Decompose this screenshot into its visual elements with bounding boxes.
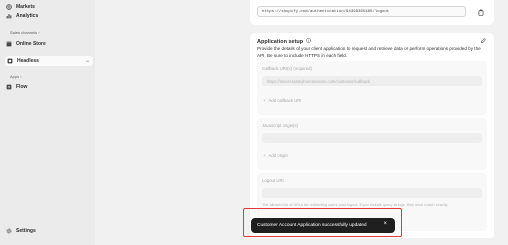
javascript-origin-input[interactable] [262, 133, 482, 143]
javascript-origins-section: Javascript origin(s) + Add origin [257, 118, 487, 170]
application-setup-card: Application setup Provide the details of… [250, 33, 494, 238]
logout-url-card: https://shopify.com/authentication/94398… [250, 0, 494, 25]
callback-uri-input[interactable]: https://server.tasteyhoremotions.com/cus… [262, 76, 482, 86]
sales-channels-heading[interactable]: Sales channels › [10, 30, 40, 35]
chevron-right-icon: › [20, 74, 22, 79]
sidebar-item-label: Headless [17, 58, 39, 64]
sidebar-item-label: Flow [16, 84, 28, 90]
toast-notification: Customer Account Application successfull… [251, 218, 395, 233]
toast-message: Customer Account Application successfull… [257, 223, 367, 228]
sidebar-item-label: Analytics [16, 13, 39, 19]
javascript-origins-label: Javascript origin(s) [262, 123, 299, 128]
chevron-right-icon: › [38, 30, 40, 35]
sidebar-item-label: Settings [16, 228, 36, 234]
logout-url-field[interactable]: https://shopify.com/authentication/94398… [257, 6, 466, 17]
logout-uri-hint: The allowed list of URLs for redirecting… [262, 203, 449, 207]
application-setup-title: Application setup [257, 38, 311, 45]
logout-uri-input[interactable] [262, 188, 482, 198]
sidebar-item-headless[interactable]: Headless ••• [5, 56, 93, 66]
sidebar-item-label: Markets [16, 4, 35, 10]
edit-icon[interactable] [480, 38, 486, 44]
sidebar-item-settings[interactable]: Settings [6, 226, 91, 236]
sidebar: Markets Analytics Sales channels › Onlin… [0, 0, 95, 245]
plus-icon: + [263, 98, 266, 103]
more-icon[interactable]: ••• [86, 59, 89, 63]
sidebar-item-flow[interactable]: Flow [6, 82, 91, 92]
sidebar-item-online-store[interactable]: Online Store [6, 39, 91, 49]
headless-icon [7, 58, 13, 64]
globe-icon [6, 4, 12, 10]
info-icon[interactable] [306, 38, 311, 45]
store-icon [6, 41, 12, 47]
logout-uri-label: Logout URI [262, 178, 284, 183]
sidebar-item-analytics[interactable]: Analytics [6, 11, 91, 21]
apps-heading[interactable]: Apps › [10, 74, 22, 79]
copy-icon [478, 9, 484, 16]
add-callback-uri-button[interactable]: + Add callback URI [263, 98, 301, 103]
close-icon[interactable]: × [383, 221, 387, 227]
application-setup-description: Provide the details of your client appli… [257, 46, 481, 58]
gear-icon [6, 228, 12, 234]
sidebar-item-label: Online Store [16, 41, 46, 47]
plus-icon: + [263, 153, 266, 158]
callback-uri-section: Callback URI(s) (required) https://serve… [257, 61, 487, 115]
callback-uri-label: Callback URI(s) (required) [262, 66, 312, 71]
copy-button[interactable] [476, 7, 486, 17]
flow-icon [6, 84, 12, 90]
bar-chart-icon [6, 13, 12, 19]
add-origin-button[interactable]: + Add origin [263, 153, 288, 158]
